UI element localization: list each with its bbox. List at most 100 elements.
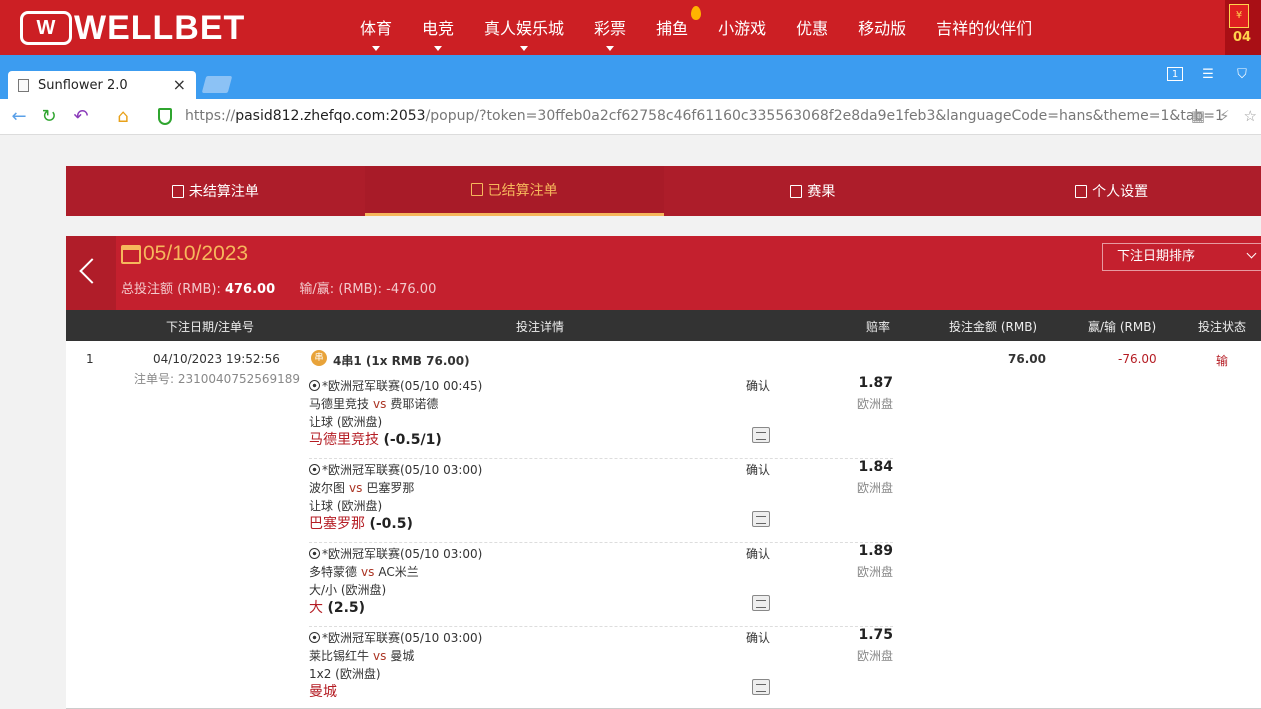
undo-close-icon[interactable]: ↶ <box>70 106 92 128</box>
site-nav-item[interactable]: 捕鱼 <box>641 0 703 55</box>
calendar-icon <box>121 245 141 264</box>
parlay-icon: 串 <box>311 350 327 366</box>
menu-tab[interactable]: 赛果 <box>664 166 963 216</box>
away-team: 巴塞罗那 <box>366 481 415 495</box>
total-stake-label: 总投注额 (RMB): <box>121 282 221 297</box>
menu-tab[interactable]: 已结算注单 <box>364 166 664 216</box>
address-actions: ▦ ⚡ ☆ <box>1191 107 1257 125</box>
tab-counter-icon[interactable]: 1 <box>1167 67 1183 81</box>
ticket-number: 注单号: 2310040752569189 <box>134 370 300 387</box>
match-info-icon[interactable] <box>752 679 770 695</box>
menu-tab-label: 个人设置 <box>1092 184 1149 200</box>
leg-market: 让球 (欧洲盘) <box>309 499 383 513</box>
home-team: 波尔图 <box>309 481 346 495</box>
reload-icon[interactable]: ↻ <box>38 106 60 128</box>
site-nav-item[interactable]: 吉祥的伙伴们 <box>921 0 1047 55</box>
col-detail: 投注详情 <box>516 320 565 334</box>
leg-status: 确认 <box>746 379 771 393</box>
match-info-icon[interactable] <box>752 511 770 527</box>
chevron-down-icon <box>1246 248 1257 259</box>
soccer-ball-icon <box>309 464 320 475</box>
leg-pick: 曼城 <box>309 681 337 701</box>
leg-odds: 1.84 <box>858 459 893 475</box>
totals-line: 总投注额 (RMB): 476.00 输/赢: (RMB): -476.00 <box>121 278 436 297</box>
bet-menu: 未结算注单 已结算注单 赛果 个人设置 <box>66 166 1261 216</box>
stake-amount: 76.00 <box>1008 352 1046 366</box>
page-favicon-icon <box>18 79 29 92</box>
menu-tab-icon <box>1075 184 1088 198</box>
site-nav-item[interactable]: 优惠 <box>781 0 843 55</box>
caret-down-icon <box>520 46 529 51</box>
url-host: pasid812.zhefqo.com:2053 <box>235 108 426 124</box>
vs-label: vs <box>373 397 387 411</box>
site-nav-item[interactable]: 小游戏 <box>703 0 781 55</box>
flame-icon <box>691 6 702 20</box>
promo-widget[interactable]: ¥ 04 <box>1225 0 1261 55</box>
leg-teams: 马德里竞技 vs 费耶诺德 <box>309 395 438 412</box>
col-stake: 投注金额 (RMB) <box>949 320 1038 334</box>
caret-down-icon <box>372 46 380 51</box>
home-icon[interactable]: ⌂ <box>112 106 134 128</box>
logo-mark: W <box>20 11 72 45</box>
soccer-ball-icon <box>309 548 320 559</box>
match-info-icon[interactable] <box>752 427 770 443</box>
home-team: 马德里竞技 <box>309 397 370 411</box>
lightning-icon[interactable]: ⚡ <box>1219 107 1230 125</box>
bookmark-star-icon[interactable]: ☆ <box>1244 107 1257 125</box>
site-nav-label: 吉祥的伙伴们 <box>936 19 1033 38</box>
leg-odds-type: 欧洲盘 <box>856 649 893 663</box>
col-odds: 赔率 <box>866 320 891 334</box>
leg-teams: 多特蒙德 vs AC米兰 <box>309 563 419 580</box>
sort-select[interactable]: 下注日期排序 <box>1102 243 1261 271</box>
url-field[interactable]: https://pasid812.zhefqo.com:2053/popup/?… <box>185 108 1224 124</box>
site-nav: 体育 电竞 真人娱乐城 彩票 捕鱼 小游戏 优惠 移动版 吉祥的伙伴们 <box>345 0 1047 55</box>
site-nav-item[interactable]: 彩票 <box>579 0 641 55</box>
site-nav-item[interactable]: 移动版 <box>843 0 921 55</box>
site-nav-label: 真人娱乐城 <box>484 19 565 38</box>
new-tab-button[interactable] <box>201 76 233 93</box>
qr-code-icon[interactable]: ▦ <box>1191 107 1205 125</box>
league-text: *欧洲冠军联赛(05/10 03:00) <box>322 631 483 645</box>
skin-icon[interactable]: ⛉ <box>1233 67 1251 83</box>
pick-line: (2.5) <box>327 600 366 616</box>
site-nav-label: 彩票 <box>594 19 627 38</box>
leg-market: 让球 (欧洲盘) <box>309 415 383 429</box>
site-header: W WELLBET 体育 电竞 真人娱乐城 彩票 捕鱼 小游戏 优惠 移动版 吉祥的伙伴们 ¥ … <box>0 0 1261 55</box>
pick-line: (-0.5/1) <box>383 432 442 448</box>
close-tab-icon[interactable]: × <box>173 75 186 94</box>
soccer-ball-icon <box>309 380 320 391</box>
col-date: 下注日期/注单号 <box>166 320 255 334</box>
leg-odds: 1.75 <box>858 627 893 643</box>
menu-tab[interactable]: 未结算注单 <box>66 166 365 216</box>
date-summary-bar: 05/10/2023 总投注额 (RMB): 476.00 输/赢: (RMB)… <box>66 236 1261 310</box>
previous-date-button[interactable] <box>66 236 116 310</box>
logo-text: WELLBET <box>74 8 246 47</box>
url-path: /popup/?token=30ffeb0a2cf62758c46f61160c… <box>425 108 1224 124</box>
site-nav-item[interactable]: 真人娱乐城 <box>469 0 579 55</box>
menu-tab[interactable]: 个人设置 <box>962 166 1261 216</box>
bet-status: 输 <box>1216 354 1229 368</box>
site-nav-label: 移动版 <box>858 19 907 38</box>
vs-label: vs <box>373 649 387 663</box>
menu-icon[interactable]: ☰ <box>1199 67 1217 83</box>
away-team: AC米兰 <box>378 565 419 579</box>
site-nav-item[interactable]: 体育 <box>345 0 407 55</box>
site-nav-label: 小游戏 <box>718 19 767 38</box>
menu-tab-label: 赛果 <box>807 184 836 200</box>
pick-selection: 曼城 <box>309 684 337 700</box>
site-nav-label: 体育 <box>360 19 393 38</box>
leg-odds-type: 欧洲盘 <box>856 565 893 579</box>
wellbet-logo[interactable]: W WELLBET <box>20 8 246 47</box>
menu-tab-icon <box>790 184 803 198</box>
back-arrow-icon[interactable]: ← <box>8 106 30 128</box>
site-nav-label: 捕鱼 <box>656 19 689 38</box>
site-nav-item[interactable]: 电竞 <box>407 0 469 55</box>
match-info-icon[interactable] <box>752 595 770 611</box>
leg-market: 1x2 (欧洲盘) <box>309 667 381 681</box>
league-text: *欧洲冠军联赛(05/10 03:00) <box>322 547 483 561</box>
site-nav-label: 优惠 <box>796 19 829 38</box>
ticket-label: 注单号: <box>134 372 175 386</box>
browser-tab[interactable]: Sunflower 2.0 × <box>8 71 196 99</box>
col-winloss: 赢/输 (RMB) <box>1088 320 1157 334</box>
vs-label: vs <box>361 565 375 579</box>
